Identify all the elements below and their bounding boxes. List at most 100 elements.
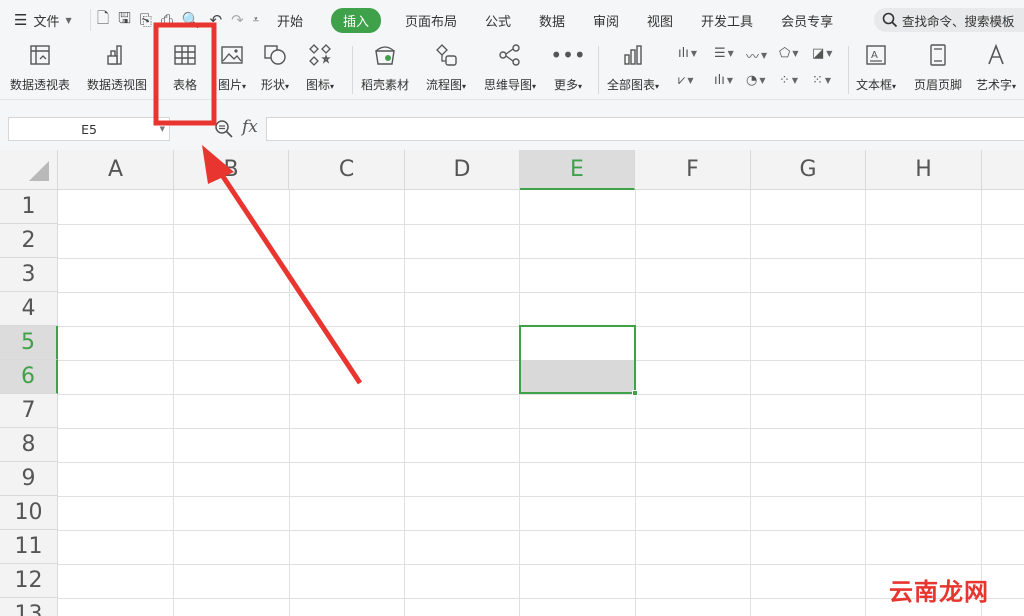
spreadsheet-grid[interactable]: A B C D E F G H 1 2 3 4 5 6 7 8 9 10 11 …: [0, 150, 1024, 616]
shape-button[interactable]: 形状▾: [261, 42, 289, 93]
row-header-1[interactable]: 1: [0, 190, 58, 224]
pie-chart-icon: ◔: [746, 73, 758, 88]
column-header-g[interactable]: G: [751, 150, 866, 190]
row-header-4[interactable]: 4: [0, 292, 58, 326]
row-header-10[interactable]: 10: [0, 496, 58, 530]
undo-icon[interactable]: ↶: [210, 11, 223, 29]
selected-cell-range[interactable]: [519, 325, 636, 394]
print-preview-icon[interactable]: 🔍: [182, 11, 201, 29]
row-header-8[interactable]: 8: [0, 428, 58, 462]
pivot-table-button[interactable]: 数据透视表: [10, 42, 70, 93]
column-header-f[interactable]: F: [635, 150, 751, 190]
wordart-button[interactable]: 艺术字▾: [976, 42, 1016, 93]
command-search[interactable]: 查找命令、搜索模板: [874, 8, 1024, 32]
print-icon[interactable]: ⎙: [161, 11, 173, 29]
row-header-3[interactable]: 3: [0, 258, 58, 292]
tab-member[interactable]: 会员专享: [781, 8, 833, 33]
column-header-i[interactable]: [982, 150, 1024, 190]
grid-line: [58, 564, 1024, 565]
area-chart-dropdown[interactable]: ◪ ▼: [812, 46, 832, 61]
grid-line: [58, 530, 1024, 531]
tab-home[interactable]: 开始: [277, 8, 303, 33]
table-button[interactable]: 表格: [172, 42, 198, 93]
column-chart-icon: ılı: [678, 46, 689, 61]
row-header-2[interactable]: 2: [0, 224, 58, 258]
grid-line: [519, 190, 520, 616]
row-header-7[interactable]: 7: [0, 394, 58, 428]
icon-library-label: 图标▾: [306, 78, 335, 92]
grid-line: [58, 224, 1024, 225]
pivot-table-label: 数据透视表: [10, 78, 71, 92]
textbox-icon: A: [863, 42, 889, 68]
picture-button[interactable]: 图片▾: [218, 42, 246, 93]
material-icon: [372, 42, 398, 68]
textbox-button[interactable]: A 文本框▾: [856, 42, 896, 93]
more-icon: •••: [550, 43, 586, 67]
row-header-13[interactable]: 13: [0, 598, 58, 616]
row-header-5[interactable]: 5: [0, 326, 58, 360]
scatter-chart-dropdown[interactable]: ⁘ ▼: [779, 73, 798, 88]
grid-line: [289, 190, 290, 616]
redo-icon[interactable]: ↷: [231, 11, 244, 29]
stock-chart-dropdown[interactable]: ılı ▼: [714, 73, 733, 88]
funnel-chart-icon: ⩗: [678, 73, 686, 88]
pie-chart-dropdown[interactable]: ◔ ▼: [746, 73, 766, 88]
grid-line: [58, 462, 1024, 463]
radar-chart-dropdown[interactable]: ⬠ ▼: [779, 46, 798, 61]
row-header-6[interactable]: 6: [0, 360, 58, 394]
search-placeholder: 查找命令、搜索模板: [902, 13, 1015, 29]
picture-icon: [219, 42, 245, 68]
flowchart-button[interactable]: 流程图▾: [426, 42, 466, 93]
fill-handle[interactable]: [632, 390, 638, 396]
formula-bar: E5 ▼ fx: [0, 100, 1024, 150]
icon-library-button[interactable]: 图标▾: [306, 42, 334, 93]
column-header-e[interactable]: E: [520, 150, 635, 190]
select-all-corner[interactable]: [0, 150, 58, 190]
insert-function-button[interactable]: fx: [242, 117, 258, 137]
ribbon-divider: [352, 46, 353, 94]
chevron-down-icon: ▼: [65, 15, 72, 25]
icon-library-icon: [307, 42, 333, 68]
combo-chart-icon: ⁙: [812, 73, 823, 88]
column-chart-dropdown[interactable]: ılı ▼: [678, 46, 697, 61]
name-box[interactable]: E5 ▼: [8, 117, 170, 141]
row-header-9[interactable]: 9: [0, 462, 58, 496]
mindmap-icon: [497, 42, 523, 68]
more-button[interactable]: ••• 更多▾: [550, 42, 586, 93]
tab-data[interactable]: 数据: [539, 8, 565, 33]
funnel-chart-dropdown[interactable]: ⩗ ▼: [678, 73, 694, 88]
row-header-11[interactable]: 11: [0, 530, 58, 564]
customize-icon[interactable]: ⩡: [253, 13, 259, 27]
tab-developer[interactable]: 开发工具: [701, 8, 753, 33]
export-icon[interactable]: ⎘: [140, 11, 152, 29]
tab-insert[interactable]: 插入: [330, 7, 381, 33]
file-menu-button[interactable]: ☰ 文件 ▼: [0, 11, 90, 30]
new-file-icon[interactable]: 🗋: [97, 8, 109, 33]
save-icon[interactable]: 🖫: [118, 8, 131, 33]
formula-input[interactable]: [266, 117, 1024, 141]
tab-view[interactable]: 视图: [647, 8, 673, 33]
tab-review[interactable]: 审阅: [593, 8, 619, 33]
column-header-a[interactable]: A: [58, 150, 174, 190]
tab-page-layout[interactable]: 页面布局: [405, 8, 457, 33]
bar-chart-dropdown[interactable]: ☰ ▼: [714, 46, 734, 61]
zoom-icon[interactable]: [214, 119, 234, 139]
pivot-chart-button[interactable]: 数据透视图: [87, 42, 147, 93]
chevron-down-icon[interactable]: ▼: [160, 125, 165, 133]
insert-ribbon: 数据透视表 数据透视图 表格 图片▾ 形状▾ 图标▾ 稻壳素材 流程图▾ 思维导…: [0, 40, 1024, 100]
material-button[interactable]: 稻壳素材: [361, 42, 409, 93]
combo-chart-dropdown[interactable]: ⁙ ▼: [812, 73, 831, 88]
tab-formulas[interactable]: 公式: [485, 8, 511, 33]
header-footer-button[interactable]: 页眉页脚: [914, 42, 962, 93]
mindmap-button[interactable]: 思维导图▾: [484, 42, 536, 93]
column-header-c[interactable]: C: [289, 150, 405, 190]
file-menu-label: 文件: [33, 14, 60, 30]
column-header-b[interactable]: B: [174, 150, 289, 190]
grid-line: [58, 598, 1024, 599]
row-header-12[interactable]: 12: [0, 564, 58, 598]
all-charts-button[interactable]: 全部图表▾: [607, 42, 659, 93]
column-header-d[interactable]: D: [405, 150, 520, 190]
column-header-h[interactable]: H: [866, 150, 982, 190]
line-chart-dropdown[interactable]: 〰 ▼: [746, 46, 767, 65]
ribbon-divider: [598, 46, 599, 94]
